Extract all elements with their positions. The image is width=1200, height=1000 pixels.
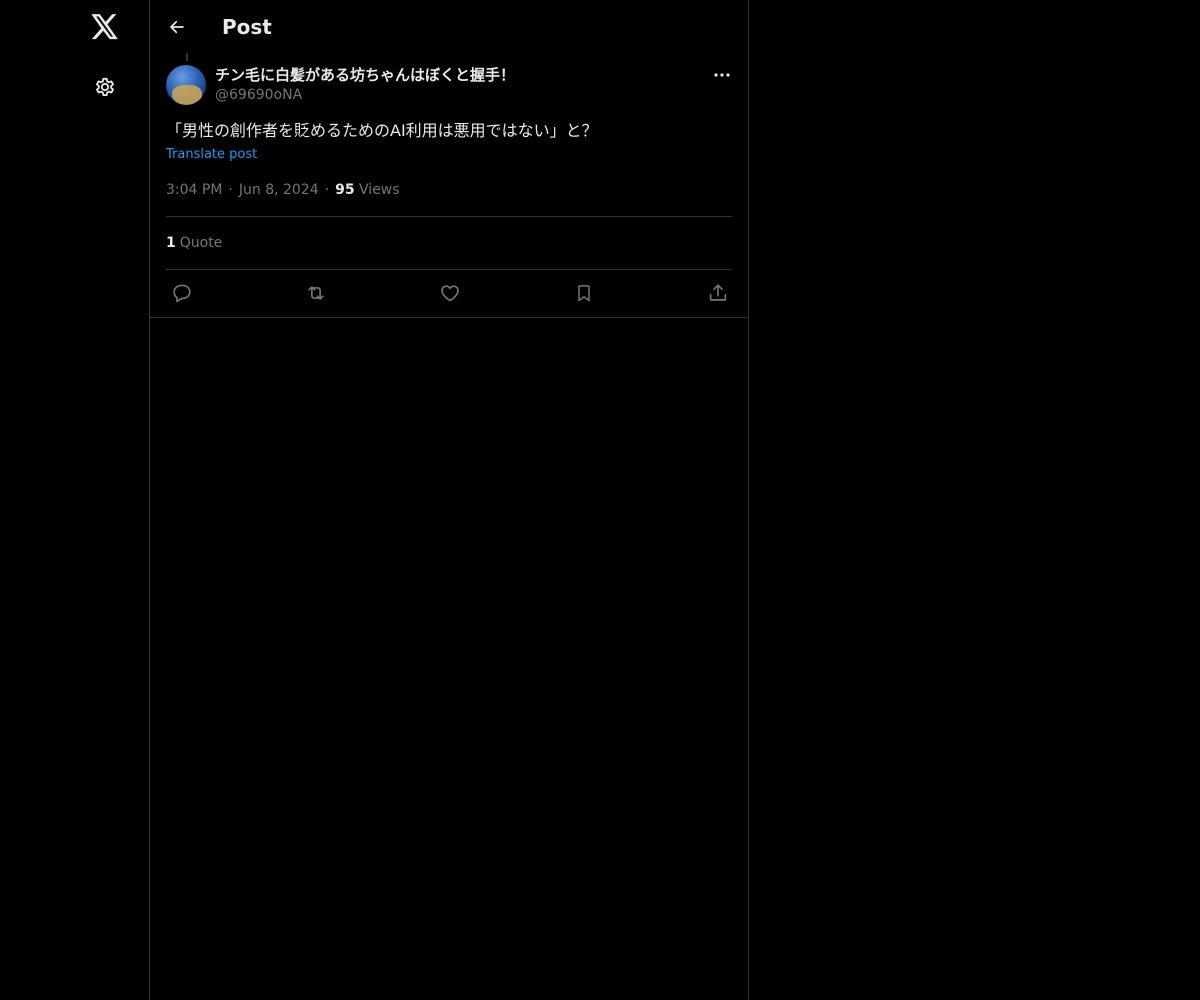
thread-connector-line bbox=[186, 53, 188, 61]
tweet-actions bbox=[150, 270, 748, 318]
bookmark-button[interactable] bbox=[572, 281, 596, 305]
bookmark-icon bbox=[578, 285, 590, 302]
back-button[interactable] bbox=[164, 14, 190, 40]
like-button[interactable] bbox=[438, 281, 462, 305]
repost-button[interactable] bbox=[304, 281, 328, 305]
x-logo-icon[interactable] bbox=[90, 12, 120, 42]
tweet-time[interactable]: 3:04 PM bbox=[166, 182, 222, 198]
page-title: Post bbox=[222, 15, 272, 39]
back-arrow-icon bbox=[170, 20, 184, 34]
app-root: Post チン毛に白髪がある坊ちゃんはぼくと握手！ @69690oNA 「男性の… bbox=[0, 0, 1200, 1000]
translate-post-link[interactable]: Translate post bbox=[166, 146, 257, 164]
reply-button[interactable] bbox=[170, 281, 194, 305]
views-count: 95 bbox=[335, 182, 355, 198]
page-header: Post bbox=[150, 0, 748, 53]
avatar-image-detail bbox=[172, 85, 202, 105]
repost-icon bbox=[308, 286, 324, 300]
author-handle[interactable]: @69690oNA bbox=[215, 85, 302, 105]
divider bbox=[166, 216, 732, 217]
share-button[interactable] bbox=[706, 281, 730, 305]
quote-label: Quote bbox=[179, 235, 223, 251]
author-display-name[interactable]: チン毛に白髪がある坊ちゃんはぼくと握手！ bbox=[215, 64, 515, 86]
reply-icon bbox=[173, 284, 191, 303]
gear-icon[interactable] bbox=[91, 73, 119, 101]
heart-icon bbox=[441, 285, 459, 302]
quote-count: 1 bbox=[166, 235, 176, 251]
main-column: Post チン毛に白髪がある坊ちゃんはぼくと握手！ @69690oNA 「男性の… bbox=[149, 0, 749, 1000]
left-nav bbox=[0, 0, 149, 1000]
share-icon bbox=[709, 284, 727, 301]
tweet-text: 「男性の創作者を貶めるためのAI利用は悪用ではない」と？ bbox=[166, 121, 598, 140]
quotes-link[interactable]: 1 Quote bbox=[166, 233, 222, 253]
more-options-button[interactable] bbox=[710, 64, 734, 86]
meta-separator: · bbox=[324, 182, 330, 198]
avatar[interactable] bbox=[166, 65, 206, 105]
tweet-date[interactable]: Jun 8, 2024 bbox=[239, 182, 319, 198]
views-label: Views bbox=[359, 182, 400, 198]
more-dots-icon bbox=[714, 73, 730, 77]
meta-separator: · bbox=[228, 182, 233, 198]
tweet-meta: 3:04 PM · Jun 8, 2024 · 95 Views bbox=[166, 180, 400, 200]
